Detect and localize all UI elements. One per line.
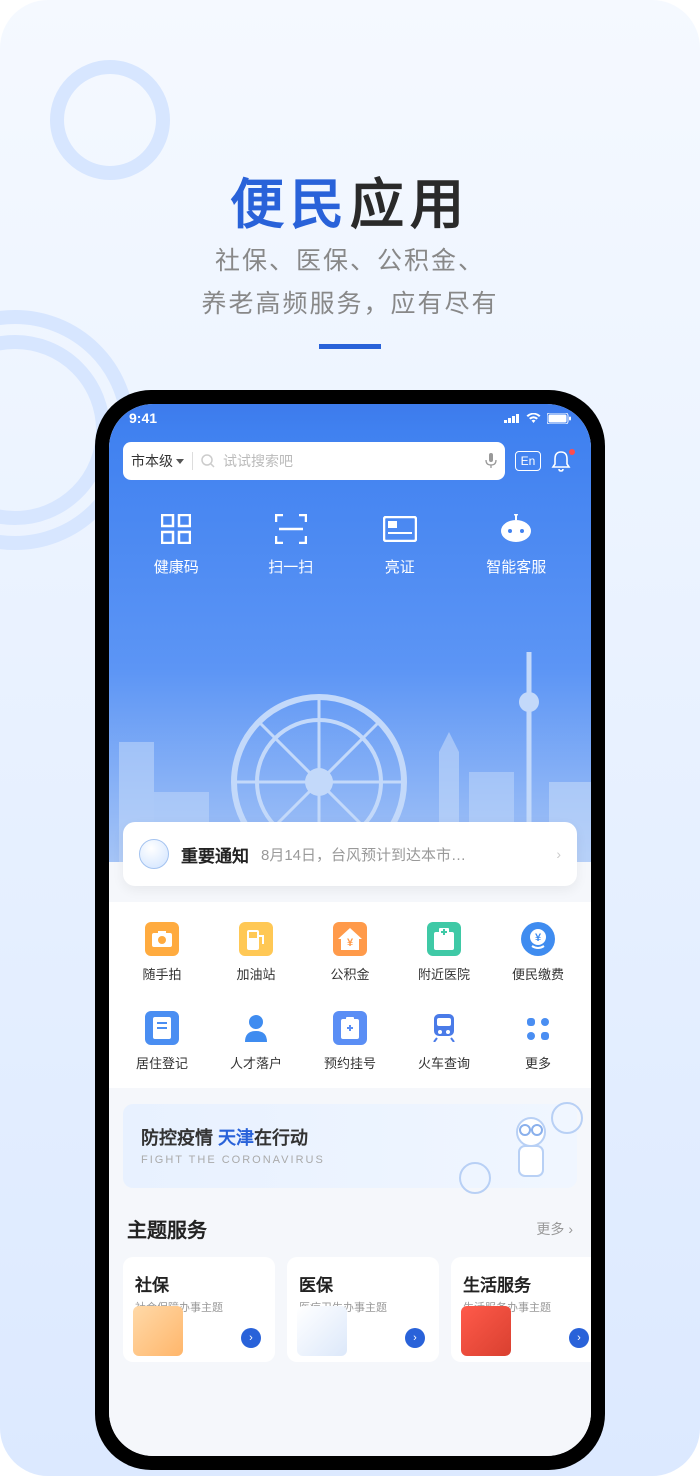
svc-label: 随手拍 bbox=[142, 964, 181, 983]
svg-text:¥: ¥ bbox=[535, 932, 542, 944]
chevron-right-icon: › bbox=[568, 1221, 573, 1237]
card-title: 社保 bbox=[135, 1271, 263, 1296]
theme-cards-row[interactable]: 社保 社会保障办事主题 › 医保 医疗卫生办事主题 › 生活服务 生活服务办事主… bbox=[109, 1257, 591, 1362]
quick-action-credential[interactable]: 亮证 bbox=[383, 512, 417, 577]
train-icon bbox=[427, 1011, 461, 1045]
hospital-icon bbox=[427, 922, 461, 956]
chevron-right-icon: › bbox=[556, 846, 561, 862]
notice-bar[interactable]: 重要通知 8月14日，台风预计到达本市… › bbox=[123, 822, 577, 886]
wifi-icon bbox=[526, 413, 541, 424]
app-screen: 9:41 市本级 bbox=[109, 404, 591, 1456]
card-image bbox=[461, 1306, 511, 1356]
svc-label: 更多 bbox=[525, 1053, 551, 1072]
promo-title: 便民应用 bbox=[0, 160, 700, 239]
quick-action-label: 智能客服 bbox=[486, 556, 546, 577]
svc-hospital[interactable]: 附近医院 bbox=[397, 922, 491, 983]
promo-sub-line1: 社保、医保、公积金、 bbox=[0, 240, 700, 283]
search-placeholder: 试试搜索吧 bbox=[223, 451, 477, 471]
virus-icon bbox=[551, 1102, 583, 1134]
qr-grid-icon bbox=[159, 512, 193, 546]
more-icon bbox=[521, 1011, 555, 1045]
svc-label: 附近医院 bbox=[418, 964, 470, 983]
theme-card-social-insurance[interactable]: 社保 社会保障办事主题 › bbox=[123, 1257, 275, 1362]
covid-banner[interactable]: 防控疫情 天津在行动 FIGHT THE CORONAVIRUS bbox=[123, 1104, 577, 1188]
quick-action-health-code[interactable]: 健康码 bbox=[154, 512, 199, 577]
svc-label: 公积金 bbox=[330, 964, 369, 983]
notice-title: 重要通知 bbox=[181, 842, 249, 867]
notification-icon[interactable] bbox=[551, 450, 577, 472]
status-bar: 9:41 bbox=[109, 404, 591, 432]
quick-action-label: 亮证 bbox=[385, 556, 415, 577]
person-icon bbox=[239, 1011, 273, 1045]
svc-talent[interactable]: 人才落户 bbox=[209, 1011, 303, 1072]
card-title: 生活服务 bbox=[463, 1271, 591, 1296]
svc-train[interactable]: 火车查询 bbox=[397, 1011, 491, 1072]
chevron-down-icon bbox=[176, 459, 184, 464]
quick-action-scan[interactable]: 扫一扫 bbox=[268, 512, 313, 577]
card-image bbox=[133, 1306, 183, 1356]
quick-action-ai-support[interactable]: 智能客服 bbox=[486, 512, 546, 577]
phone-frame: 9:41 市本级 bbox=[95, 390, 605, 1470]
pay-icon: ¥ bbox=[521, 922, 555, 956]
card-image bbox=[297, 1306, 347, 1356]
svc-fund[interactable]: ¥ 公积金 bbox=[303, 922, 397, 983]
theme-card-life[interactable]: 生活服务 生活服务办事主题 › bbox=[451, 1257, 591, 1362]
quick-action-label: 健康码 bbox=[154, 556, 199, 577]
camera-icon bbox=[145, 922, 179, 956]
district-dropdown[interactable]: 市本级 bbox=[131, 451, 184, 471]
svc-label: 火车查询 bbox=[418, 1053, 470, 1072]
svc-residence[interactable]: 居住登记 bbox=[115, 1011, 209, 1072]
themes-section-head: 主题服务 更多› bbox=[109, 1188, 591, 1257]
promo-sub-line2: 养老高频服务，应有尽有 bbox=[0, 283, 700, 326]
notice-text: 8月14日，台风预计到达本市… bbox=[261, 844, 544, 865]
mascot-icon bbox=[139, 839, 169, 869]
doctor-illustration bbox=[491, 1112, 559, 1180]
search-box[interactable]: 市本级 试试搜索吧 bbox=[123, 442, 505, 480]
divider bbox=[319, 344, 381, 349]
arrow-icon: › bbox=[405, 1328, 425, 1348]
section-title: 主题服务 bbox=[127, 1214, 207, 1243]
svc-label: 预约挂号 bbox=[324, 1053, 376, 1072]
svc-label: 加油站 bbox=[236, 964, 275, 983]
svc-more[interactable]: 更多 bbox=[491, 1011, 585, 1072]
quick-action-label: 扫一扫 bbox=[268, 556, 313, 577]
document-icon bbox=[145, 1011, 179, 1045]
theme-card-medical[interactable]: 医保 医疗卫生办事主题 › bbox=[287, 1257, 439, 1362]
mic-icon[interactable] bbox=[485, 453, 497, 469]
svc-gas[interactable]: 加油站 bbox=[209, 922, 303, 983]
robot-icon bbox=[499, 512, 533, 546]
promo-subtitle: 社保、医保、公积金、 养老高频服务，应有尽有 bbox=[0, 240, 700, 325]
arrow-icon: › bbox=[241, 1328, 261, 1348]
gas-icon bbox=[239, 922, 273, 956]
clipboard-icon bbox=[333, 1011, 367, 1045]
svc-label: 人才落户 bbox=[230, 1053, 282, 1072]
svc-booking[interactable]: 预约挂号 bbox=[303, 1011, 397, 1072]
house-icon: ¥ bbox=[333, 922, 367, 956]
more-button[interactable]: 更多› bbox=[536, 1219, 573, 1239]
signal-icon bbox=[504, 413, 520, 423]
district-label: 市本级 bbox=[131, 451, 173, 471]
svg-text:¥: ¥ bbox=[347, 937, 354, 949]
scan-icon bbox=[274, 512, 308, 546]
svc-label: 居住登记 bbox=[136, 1053, 188, 1072]
card-title: 医保 bbox=[299, 1271, 427, 1296]
header-area: 市本级 试试搜索吧 En bbox=[109, 432, 591, 862]
svc-pay[interactable]: ¥ 便民缴费 bbox=[491, 922, 585, 983]
promo-title-rest: 应用 bbox=[350, 175, 470, 235]
status-time: 9:41 bbox=[129, 410, 157, 426]
service-grid: 随手拍 加油站 ¥ 公积金 附近医院 ¥ 便民缴费 居住登记 人才落户 预约挂号 火… bbox=[109, 902, 591, 1088]
virus-icon bbox=[459, 1162, 491, 1194]
arrow-icon: › bbox=[569, 1328, 589, 1348]
svc-label: 便民缴费 bbox=[512, 964, 564, 983]
promo-title-highlight: 便民 bbox=[230, 175, 350, 235]
language-button[interactable]: En bbox=[515, 451, 541, 471]
battery-icon bbox=[547, 413, 571, 424]
notification-dot bbox=[569, 449, 575, 455]
svc-camera[interactable]: 随手拍 bbox=[115, 922, 209, 983]
id-card-icon bbox=[383, 512, 417, 546]
search-icon bbox=[201, 454, 215, 468]
